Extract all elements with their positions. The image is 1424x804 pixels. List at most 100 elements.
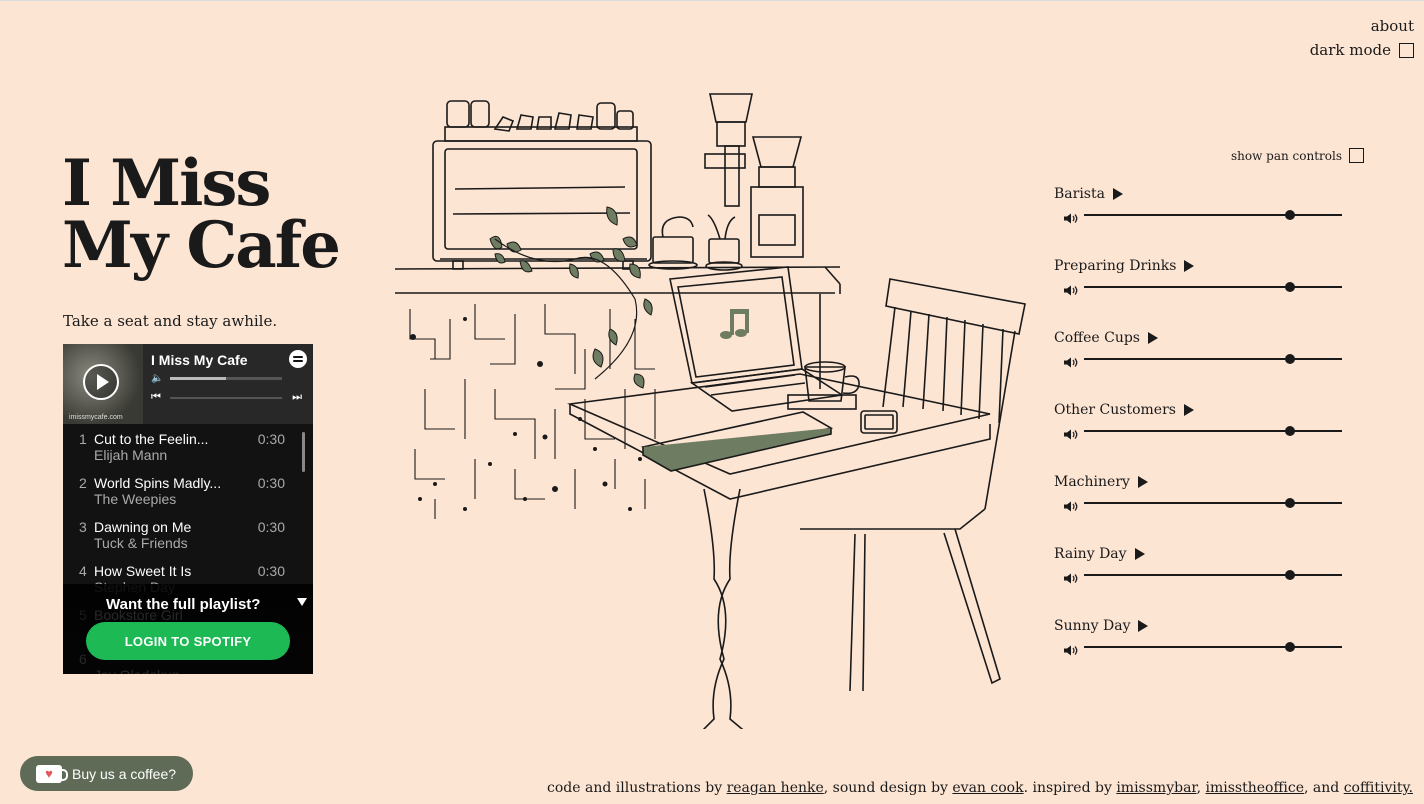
dark-mode-checkbox[interactable]: [1399, 42, 1414, 58]
play-icon[interactable]: [1138, 620, 1149, 632]
full-playlist-prompt: Want the full playlist?: [106, 596, 261, 613]
track-duration: 0:30: [257, 563, 285, 579]
volume-track[interactable]: [1084, 574, 1342, 576]
evan-cook-link[interactable]: evan cook: [952, 780, 1023, 796]
track-number: 2: [79, 475, 87, 491]
sound-play-toggle[interactable]: Other Customers: [1054, 402, 1344, 418]
volume-slider[interactable]: [1054, 565, 1344, 584]
reagan-henke-link[interactable]: reagan henke: [727, 780, 824, 796]
sound-control: Preparing Drinks: [1054, 258, 1344, 296]
speaker-icon: [1064, 353, 1078, 372]
volume-knob[interactable]: [1285, 426, 1296, 436]
sound-name: Machinery: [1054, 474, 1130, 490]
tagline: Take a seat and stay awhile.: [63, 312, 278, 330]
next-track-icon[interactable]: ⏭: [292, 391, 302, 404]
coffee-cup-heart-icon: ♥: [36, 764, 68, 783]
speaker-icon: [1064, 209, 1078, 228]
sound-control: Other Customers: [1054, 402, 1344, 440]
footer-text: . inspired by: [1023, 780, 1117, 796]
volume-slider[interactable]: [1054, 421, 1344, 440]
volume-slider[interactable]: [1054, 493, 1344, 512]
coffitivity-link[interactable]: coffitivity.: [1344, 780, 1413, 796]
track-title: World Spins Madly...: [94, 475, 222, 491]
sound-control: Coffee Cups: [1054, 330, 1344, 368]
sound-play-toggle[interactable]: Coffee Cups: [1054, 330, 1344, 346]
volume-knob[interactable]: [1285, 210, 1296, 220]
track-artist: Tuck & Friends: [94, 535, 188, 551]
volume-knob[interactable]: [1285, 354, 1296, 364]
track-duration: 0:30: [257, 519, 285, 535]
collapse-caret-icon[interactable]: [297, 598, 307, 606]
volume-track[interactable]: [1084, 430, 1342, 432]
player-header: imissmycafe.com I Miss My Cafe 🔈 ⏮ ⏭: [63, 344, 313, 424]
track-list-scrollbar[interactable]: [302, 432, 305, 472]
play-icon[interactable]: [1183, 404, 1194, 416]
volume-knob[interactable]: [1285, 570, 1296, 580]
volume-slider[interactable]: [170, 377, 282, 380]
dark-mode-toggle[interactable]: dark mode: [1310, 41, 1414, 59]
track-title: Dawning on Me: [94, 519, 192, 535]
previous-track-icon[interactable]: ⏮: [151, 391, 161, 404]
pan-controls-checkbox[interactable]: [1349, 148, 1364, 163]
speaker-icon: [1064, 641, 1078, 660]
sound-play-toggle[interactable]: Barista: [1054, 186, 1344, 202]
sound-play-toggle[interactable]: Preparing Drinks: [1054, 258, 1344, 274]
buy-coffee-button[interactable]: ♥ Buy us a coffee?: [20, 756, 193, 791]
page-title: I Miss My Cafe: [62, 146, 341, 283]
imisstheoffice-link[interactable]: imisstheoffice: [1205, 780, 1304, 796]
volume-slider[interactable]: [1054, 349, 1344, 368]
sound-control: Barista: [1054, 186, 1344, 224]
sound-name: Coffee Cups: [1054, 330, 1140, 346]
speaker-icon: [1064, 281, 1078, 300]
track-row[interactable]: 2 World Spins Madly... The Weepies 0:30: [63, 468, 313, 512]
buy-coffee-label: Buy us a coffee?: [72, 765, 177, 782]
volume-track[interactable]: [1084, 214, 1342, 216]
play-icon[interactable]: [1147, 332, 1158, 344]
playlist-cover: imissmycafe.com: [63, 344, 143, 424]
pan-controls-label: show pan controls: [1230, 148, 1342, 163]
footer-text: , sound design by: [823, 780, 953, 796]
track-artist: Elijah Mann: [94, 447, 168, 463]
track-row[interactable]: 1 Cut to the Feelin... Elijah Mann 0:30: [63, 424, 313, 468]
sound-play-toggle[interactable]: Machinery: [1054, 474, 1344, 490]
playlist-title: I Miss My Cafe: [151, 352, 248, 368]
about-link[interactable]: about: [1310, 17, 1414, 35]
sound-name: Rainy Day: [1054, 546, 1127, 562]
top-nav: about dark mode: [1310, 17, 1414, 59]
speaker-icon: [1064, 425, 1078, 444]
volume-knob[interactable]: [1285, 282, 1296, 292]
volume-track[interactable]: [1084, 502, 1342, 504]
play-icon[interactable]: [83, 364, 119, 400]
spotify-player: imissmycafe.com I Miss My Cafe 🔈 ⏮ ⏭ 1 Cu…: [63, 344, 313, 674]
volume-slider[interactable]: [1054, 277, 1344, 296]
play-icon[interactable]: [1112, 188, 1123, 200]
footer-text: code and illustrations by: [547, 780, 727, 796]
speaker-icon: [1064, 569, 1078, 588]
play-icon[interactable]: [1134, 548, 1145, 560]
track-duration: 0:30: [257, 431, 285, 447]
volume-knob[interactable]: [1285, 642, 1296, 652]
progress-bar[interactable]: [170, 397, 282, 399]
title-line-1: I Miss: [62, 146, 271, 221]
volume-icon[interactable]: 🔈: [151, 373, 163, 384]
volume-slider[interactable]: [1054, 637, 1344, 656]
imissmybar-link[interactable]: imissmybar: [1116, 780, 1196, 796]
track-row[interactable]: 3 Dawning on Me Tuck & Friends 0:30: [63, 512, 313, 556]
play-icon[interactable]: [1184, 260, 1195, 272]
track-artist: The Weepies: [94, 491, 177, 507]
volume-track[interactable]: [1084, 358, 1342, 360]
sound-control: Sunny Day: [1054, 618, 1344, 656]
footer-credits: code and illustrations by reagan henke, …: [547, 780, 1413, 796]
pan-controls-toggle[interactable]: show pan controls: [1231, 148, 1364, 163]
play-icon[interactable]: [1137, 476, 1148, 488]
sound-play-toggle[interactable]: Sunny Day: [1054, 618, 1344, 634]
sound-play-toggle[interactable]: Rainy Day: [1054, 546, 1344, 562]
title-line-2: My Cafe: [62, 208, 341, 283]
track-number: 4: [79, 563, 87, 579]
volume-knob[interactable]: [1285, 498, 1296, 508]
volume-track[interactable]: [1084, 646, 1342, 648]
volume-track[interactable]: [1084, 286, 1342, 288]
volume-slider[interactable]: [1054, 205, 1344, 224]
spotify-logo-icon[interactable]: [289, 350, 307, 368]
login-to-spotify-button[interactable]: LOGIN TO SPOTIFY: [86, 622, 290, 660]
